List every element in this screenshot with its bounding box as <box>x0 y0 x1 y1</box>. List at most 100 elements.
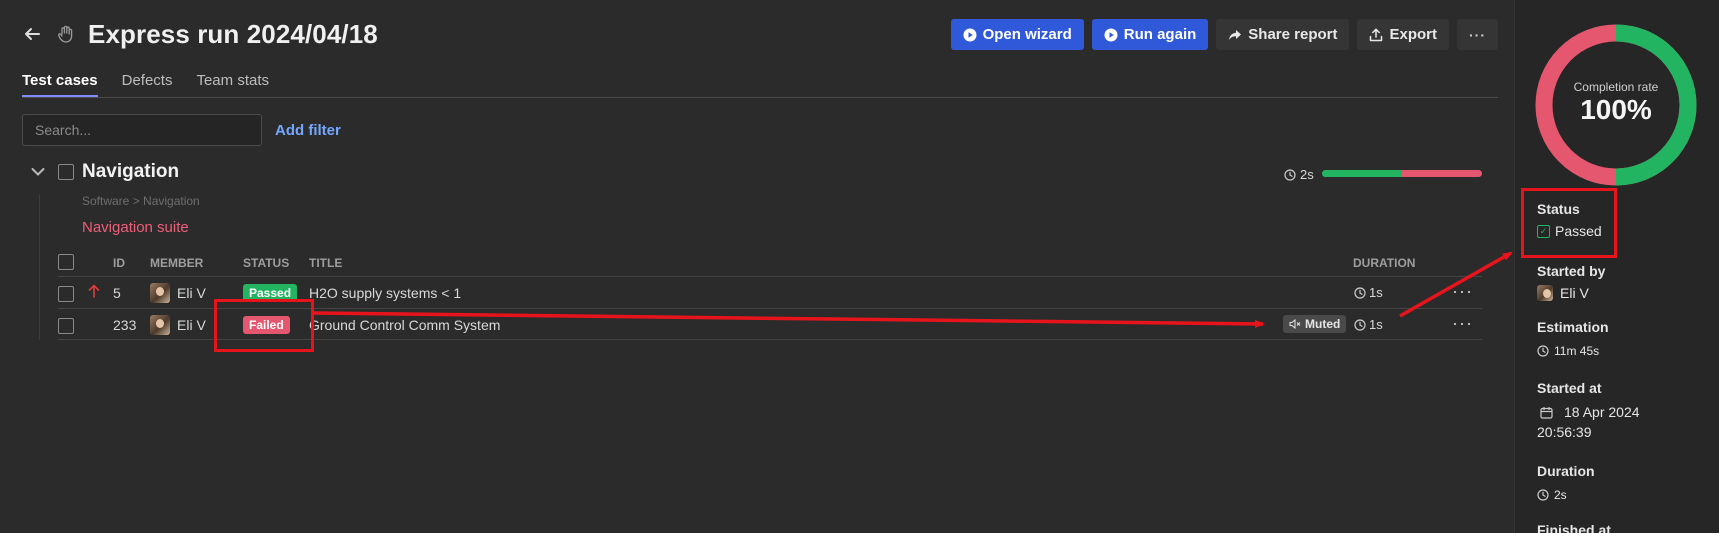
arrow-up-icon <box>88 284 100 298</box>
clock-icon <box>1537 345 1549 357</box>
open-wizard-button[interactable]: Open wizard <box>950 19 1084 50</box>
suite-duration-value: 2s <box>1300 167 1314 182</box>
duration-section: Duration 2s <box>1537 463 1595 502</box>
annotation-box-failed <box>214 299 314 352</box>
tab-test-cases[interactable]: Test cases <box>22 72 98 97</box>
suite-progress-bar <box>1322 170 1482 177</box>
main-panel: Express run 2024/04/18 Open wizard Run a… <box>0 0 1514 533</box>
add-filter-link[interactable]: Add filter <box>275 122 341 139</box>
muted-chip: Muted <box>1283 315 1347 333</box>
share-report-button[interactable]: Share report <box>1216 19 1350 50</box>
row-menu-icon[interactable]: ··· <box>1452 281 1473 302</box>
duration-value: 1s <box>1369 285 1383 300</box>
estimation-section: Estimation 11m 45s <box>1537 319 1609 358</box>
run-again-label: Run again <box>1123 26 1197 43</box>
started-by-label: Started by <box>1537 263 1606 279</box>
started-at-date: 18 Apr 2024 <box>1537 404 1640 420</box>
started-by-value: Eli V <box>1537 285 1605 301</box>
search-box <box>22 114 262 146</box>
finished-at-section: Finished at <box>1537 522 1611 533</box>
suite-checkbox[interactable] <box>58 164 74 180</box>
completion-value: 100% <box>1580 94 1652 125</box>
row-member: Eli V <box>150 283 206 303</box>
completion-donut: Completion rate 100% <box>1533 22 1699 188</box>
col-duration: DURATION <box>1353 256 1416 270</box>
annotation-box-status <box>1521 188 1617 258</box>
calendar-icon <box>1540 406 1553 419</box>
row-checkbox[interactable] <box>58 318 74 334</box>
avatar <box>150 283 170 303</box>
tab-team-stats[interactable]: Team stats <box>196 72 269 97</box>
row-id: 233 <box>113 317 137 333</box>
clock-icon <box>1354 318 1366 331</box>
started-at-section: Started at 18 Apr 2024 20:56:39 <box>1537 380 1640 440</box>
started-at-time: 20:56:39 <box>1537 424 1592 440</box>
app-frame: Express run 2024/04/18 Open wizard Run a… <box>0 0 1719 533</box>
clock-icon <box>1284 168 1296 181</box>
estimation-value: 11m 45s <box>1537 344 1609 358</box>
estimation-text: 11m 45s <box>1554 344 1600 358</box>
back-arrow-icon[interactable] <box>22 24 42 44</box>
more-actions-button[interactable]: ··· <box>1457 19 1498 50</box>
started-at-date-text: 18 Apr 2024 <box>1564 404 1640 420</box>
page-title: Express run 2024/04/18 <box>88 18 378 49</box>
share-report-label: Share report <box>1248 26 1338 43</box>
breadcrumb: Software > Navigation <box>82 194 200 208</box>
progress-passed <box>1322 170 1402 177</box>
duration-value: 1s <box>1369 317 1383 332</box>
run-summary-sidebar: Completion rate 100% Status ✓ Passed Sta… <box>1514 0 1719 533</box>
col-status: STATUS <box>243 256 290 270</box>
col-id: ID <box>113 256 125 270</box>
suite-rail <box>39 194 40 340</box>
upload-icon <box>1369 28 1383 42</box>
page-header: Express run 2024/04/18 <box>22 14 378 54</box>
member-name: Eli V <box>177 285 206 301</box>
row-menu-icon[interactable]: ··· <box>1452 313 1473 334</box>
row-title[interactable]: Ground Control Comm System <box>309 317 500 333</box>
avatar <box>150 315 170 335</box>
suite-link[interactable]: Navigation suite <box>82 219 189 236</box>
more-icon: ··· <box>1469 26 1486 43</box>
col-member: MEMBER <box>150 256 204 270</box>
select-all-checkbox[interactable] <box>58 254 74 270</box>
tab-defects[interactable]: Defects <box>122 72 173 97</box>
clock-icon <box>1354 286 1366 299</box>
speaker-muted-icon <box>1289 319 1301 329</box>
tab-bar: Test cases Defects Team stats <box>22 72 1498 98</box>
completion-label: Completion rate <box>1573 80 1659 94</box>
col-title: TITLE <box>309 256 343 270</box>
avatar <box>1537 285 1553 301</box>
export-label: Export <box>1389 26 1437 43</box>
finished-at-label: Finished at <box>1537 522 1611 533</box>
suite-header: Navigation <box>28 161 180 182</box>
started-by-section: Started by Eli V <box>1537 263 1605 301</box>
export-button[interactable]: Export <box>1357 19 1449 50</box>
estimation-label: Estimation <box>1537 319 1609 335</box>
duration-value: 2s <box>1537 488 1595 502</box>
row-duration: 1s <box>1354 285 1383 300</box>
search-input[interactable] <box>35 122 249 138</box>
started-at-label: Started at <box>1537 380 1602 396</box>
play-icon <box>1104 28 1118 42</box>
duration-text: 2s <box>1554 488 1567 502</box>
hand-icon <box>56 24 76 44</box>
chevron-down-icon[interactable] <box>28 167 48 177</box>
suite-title: Navigation <box>82 161 180 182</box>
progress-failed <box>1402 170 1482 177</box>
row-id: 5 <box>113 285 121 301</box>
open-wizard-label: Open wizard <box>982 26 1072 43</box>
duration-label: Duration <box>1537 463 1595 479</box>
row-checkbox[interactable] <box>58 286 74 302</box>
share-icon <box>1228 28 1242 42</box>
run-again-button[interactable]: Run again <box>1091 19 1209 50</box>
suite-duration: 2s <box>1284 167 1314 182</box>
started-by-name: Eli V <box>1560 285 1589 301</box>
row-duration: 1s <box>1354 317 1383 332</box>
muted-badge: Muted <box>1283 315 1347 333</box>
toolbar: Open wizard Run again Share report Expor… <box>950 19 1498 50</box>
row-title[interactable]: H2O supply systems < 1 <box>309 285 461 301</box>
play-icon <box>963 28 977 42</box>
member-name: Eli V <box>177 317 206 333</box>
clock-icon <box>1537 489 1549 501</box>
row-member: Eli V <box>150 315 206 335</box>
